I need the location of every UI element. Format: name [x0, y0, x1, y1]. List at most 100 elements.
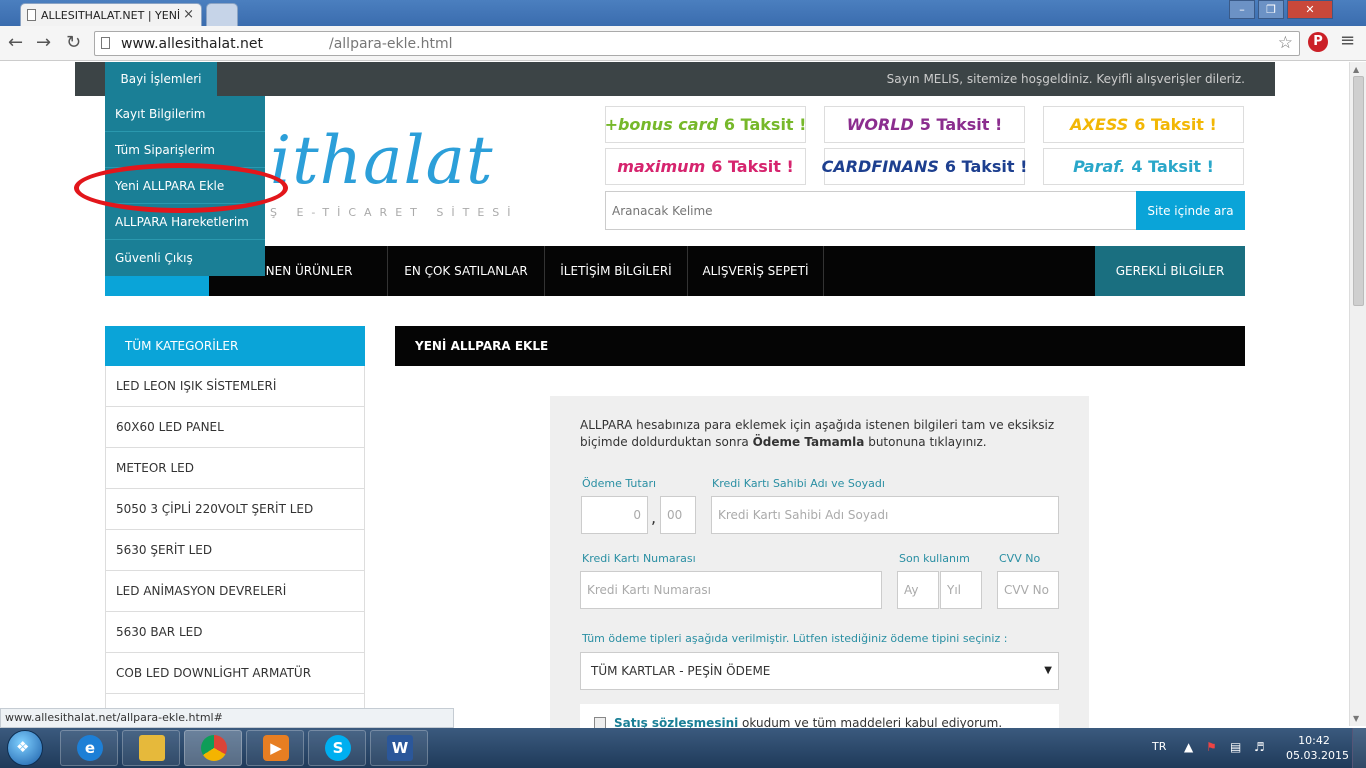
- system-clock[interactable]: 10:42 05.03.2015: [1286, 733, 1349, 763]
- show-hidden-icons-icon[interactable]: ▲: [1184, 740, 1193, 754]
- site-logo[interactable]: ithalat: [270, 128, 493, 194]
- categories-header: TÜM KATEGORİLER: [105, 326, 365, 366]
- axess-card-banner[interactable]: AXESS 6 Taksit !: [1043, 106, 1244, 143]
- cardfinans-card-banner[interactable]: CARDFINANS 6 Taksit !: [822, 148, 1028, 185]
- scroll-up-arrow-icon[interactable]: ▲: [1353, 65, 1359, 74]
- dropdown-arrow-icon: ▼: [1044, 665, 1052, 676]
- new-tab-button[interactable]: [206, 3, 238, 26]
- category-item[interactable]: 5630 ŞERİT LED: [105, 530, 365, 571]
- dealer-operations-button[interactable]: Bayi İşlemleri: [105, 62, 217, 96]
- taskbar-file-explorer[interactable]: [122, 730, 180, 766]
- paraf-card-banner[interactable]: Paraf. 4 Taksit !: [1043, 148, 1244, 185]
- taskbar-internet-explorer[interactable]: e: [60, 730, 118, 766]
- expiry-year-input[interactable]: Yıl: [940, 571, 982, 609]
- payment-type-selected: TÜM KARTLAR - PEŞİN ÖDEME: [591, 664, 771, 678]
- payment-type-select[interactable]: TÜM KARTLAR - PEŞİN ÖDEME ▼: [580, 652, 1059, 690]
- card-brand: maximum: [617, 157, 706, 176]
- scroll-thumb[interactable]: [1353, 76, 1364, 306]
- show-desktop-button[interactable]: [1352, 728, 1366, 768]
- language-indicator[interactable]: TR: [1152, 740, 1166, 753]
- window-minimize-icon[interactable]: –: [1229, 0, 1255, 19]
- welcome-message: Sayın MELIS, sitemize hoşgeldiniz. Keyif…: [886, 72, 1245, 86]
- card-number-input[interactable]: Kredi Kartı Numarası: [580, 571, 882, 609]
- agreement-text-rest: okudum ve tüm maddeleri kabul ediyorum.: [738, 716, 1003, 728]
- category-item[interactable]: 5630 BAR LED: [105, 612, 365, 653]
- taskbar-media-player[interactable]: ▶: [246, 730, 304, 766]
- card-brand: +bonus card: [604, 115, 718, 134]
- search-button[interactable]: Site içinde ara: [1136, 191, 1245, 230]
- nav-required-info[interactable]: GEREKLİ BİLGİLER: [1095, 246, 1245, 296]
- nav-contact-info[interactable]: İLETİŞİM BİLGİLERİ: [545, 246, 688, 296]
- tab-title: ALLESITHALAT.NET | YENİ: [41, 9, 181, 22]
- nav-best-sellers[interactable]: EN ÇOK SATILANLAR: [388, 246, 545, 296]
- agreement-text: Satış sözleşmesini okudum ve tüm maddele…: [614, 716, 1002, 728]
- window-close-icon[interactable]: ✕: [1287, 0, 1333, 19]
- category-item[interactable]: LED LEON IŞIK SİSTEMLERİ: [105, 366, 365, 407]
- card-brand: AXESS: [1070, 115, 1129, 134]
- category-item[interactable]: LED ANİMASYON DEVRELERİ: [105, 571, 365, 612]
- media-player-icon: ▶: [263, 735, 289, 761]
- card-installment: 6 Taksit !: [723, 115, 807, 134]
- taskbar-word[interactable]: W: [370, 730, 428, 766]
- url-host: www.allesithalat.net: [121, 36, 263, 52]
- address-bar[interactable]: www.allesithalat.net /allpara-ekle.html …: [94, 31, 1300, 56]
- card-installment: 6 Taksit !: [944, 157, 1028, 176]
- payment-type-info: Tüm ödeme tipleri aşağıda verilmiştir. L…: [582, 632, 1008, 645]
- browser-tab-active[interactable]: ALLESITHALAT.NET | YENİ ×: [20, 3, 202, 26]
- folder-icon: [139, 735, 165, 761]
- browser-menu-icon[interactable]: ≡: [1340, 30, 1355, 51]
- form-instructions: ALLPARA hesabınıza para eklemek için aşa…: [580, 417, 1070, 451]
- sales-contract-link[interactable]: Satış sözleşmesini: [614, 716, 738, 728]
- amount-whole-input[interactable]: 0: [581, 496, 648, 534]
- tab-close-icon[interactable]: ×: [183, 7, 194, 22]
- search-input[interactable]: [605, 191, 1137, 230]
- start-button[interactable]: ❖: [2, 729, 50, 767]
- card-number-label: Kredi Kartı Numarası: [582, 552, 696, 565]
- menu-item-secure-logout[interactable]: Güvenli Çıkış: [105, 240, 265, 276]
- scroll-down-arrow-icon[interactable]: ▼: [1353, 714, 1359, 723]
- chrome-icon: [201, 735, 227, 761]
- decimal-comma: ,: [651, 508, 657, 527]
- reload-icon[interactable]: ↻: [66, 32, 81, 53]
- world-card-banner[interactable]: WORLD 5 Taksit !: [824, 106, 1025, 143]
- allpara-form: ALLPARA hesabınıza para eklemek için aşa…: [550, 396, 1089, 728]
- card-installment: 5 Taksit !: [919, 115, 1003, 134]
- agreement-checkbox[interactable]: [594, 717, 606, 728]
- category-item[interactable]: 60X60 LED PANEL: [105, 407, 365, 448]
- category-item[interactable]: 5050 3 ÇİPLİ 220VOLT ŞERİT LED: [105, 489, 365, 530]
- action-center-flag-icon[interactable]: ⚑: [1206, 740, 1217, 754]
- page-icon: [27, 9, 36, 21]
- volume-icon[interactable]: ♬: [1254, 740, 1265, 754]
- taskbar-skype[interactable]: S: [308, 730, 366, 766]
- bookmark-star-icon[interactable]: ☆: [1278, 33, 1293, 53]
- window-restore-icon[interactable]: ❐: [1258, 0, 1284, 19]
- menu-item-registration-info[interactable]: Kayıt Bilgilerim: [105, 96, 265, 132]
- browser-toolbar: ← → ↻ www.allesithalat.net /allpara-ekle…: [0, 26, 1366, 61]
- forward-arrow-icon[interactable]: →: [36, 32, 51, 53]
- back-arrow-icon[interactable]: ←: [8, 32, 23, 53]
- expiry-label: Son kullanım: [899, 552, 970, 565]
- nav-shopping-cart[interactable]: ALIŞVERİŞ SEPETİ: [688, 246, 824, 296]
- page-scrollbar[interactable]: ▲ ▼: [1349, 62, 1366, 726]
- site-logo-subtitle: Ş E-TİCARET SİTESİ: [270, 206, 519, 219]
- amount-cents-input[interactable]: 00: [660, 496, 696, 534]
- amount-label: Ödeme Tutarı: [582, 477, 657, 490]
- pinterest-extension-icon[interactable]: P: [1308, 32, 1328, 52]
- category-item[interactable]: COB LED DOWNLİGHT ARMATÜR: [105, 653, 365, 694]
- taskbar-chrome[interactable]: [184, 730, 242, 766]
- main-navigation: KLENEN ÜRÜNLER EN ÇOK SATILANLAR İLETİŞİ…: [105, 246, 1245, 296]
- maximum-card-banner[interactable]: maximum 6 Taksit !: [605, 148, 806, 185]
- cvv-input[interactable]: CVV No: [997, 571, 1059, 609]
- internet-explorer-icon: e: [77, 735, 103, 761]
- category-item[interactable]: METEOR LED: [105, 448, 365, 489]
- windows-taskbar: ❖ e ▶ S W TR ▲ ⚑ ▤ ♬ 10:42 05.03.2015: [0, 728, 1366, 768]
- expiry-month-input[interactable]: Ay: [897, 571, 939, 609]
- network-icon[interactable]: ▤: [1230, 740, 1241, 754]
- browser-titlebar: ALLESITHALAT.NET | YENİ × – ❐ ✕: [0, 0, 1366, 26]
- clock-time: 10:42: [1298, 734, 1330, 747]
- card-brand: WORLD: [846, 115, 914, 134]
- word-icon: W: [387, 735, 413, 761]
- intro-text-end: butonuna tıklayınız.: [864, 435, 987, 449]
- bonus-card-banner[interactable]: +bonus card 6 Taksit !: [605, 106, 806, 143]
- card-holder-input[interactable]: Kredi Kartı Sahibi Adı Soyadı: [711, 496, 1059, 534]
